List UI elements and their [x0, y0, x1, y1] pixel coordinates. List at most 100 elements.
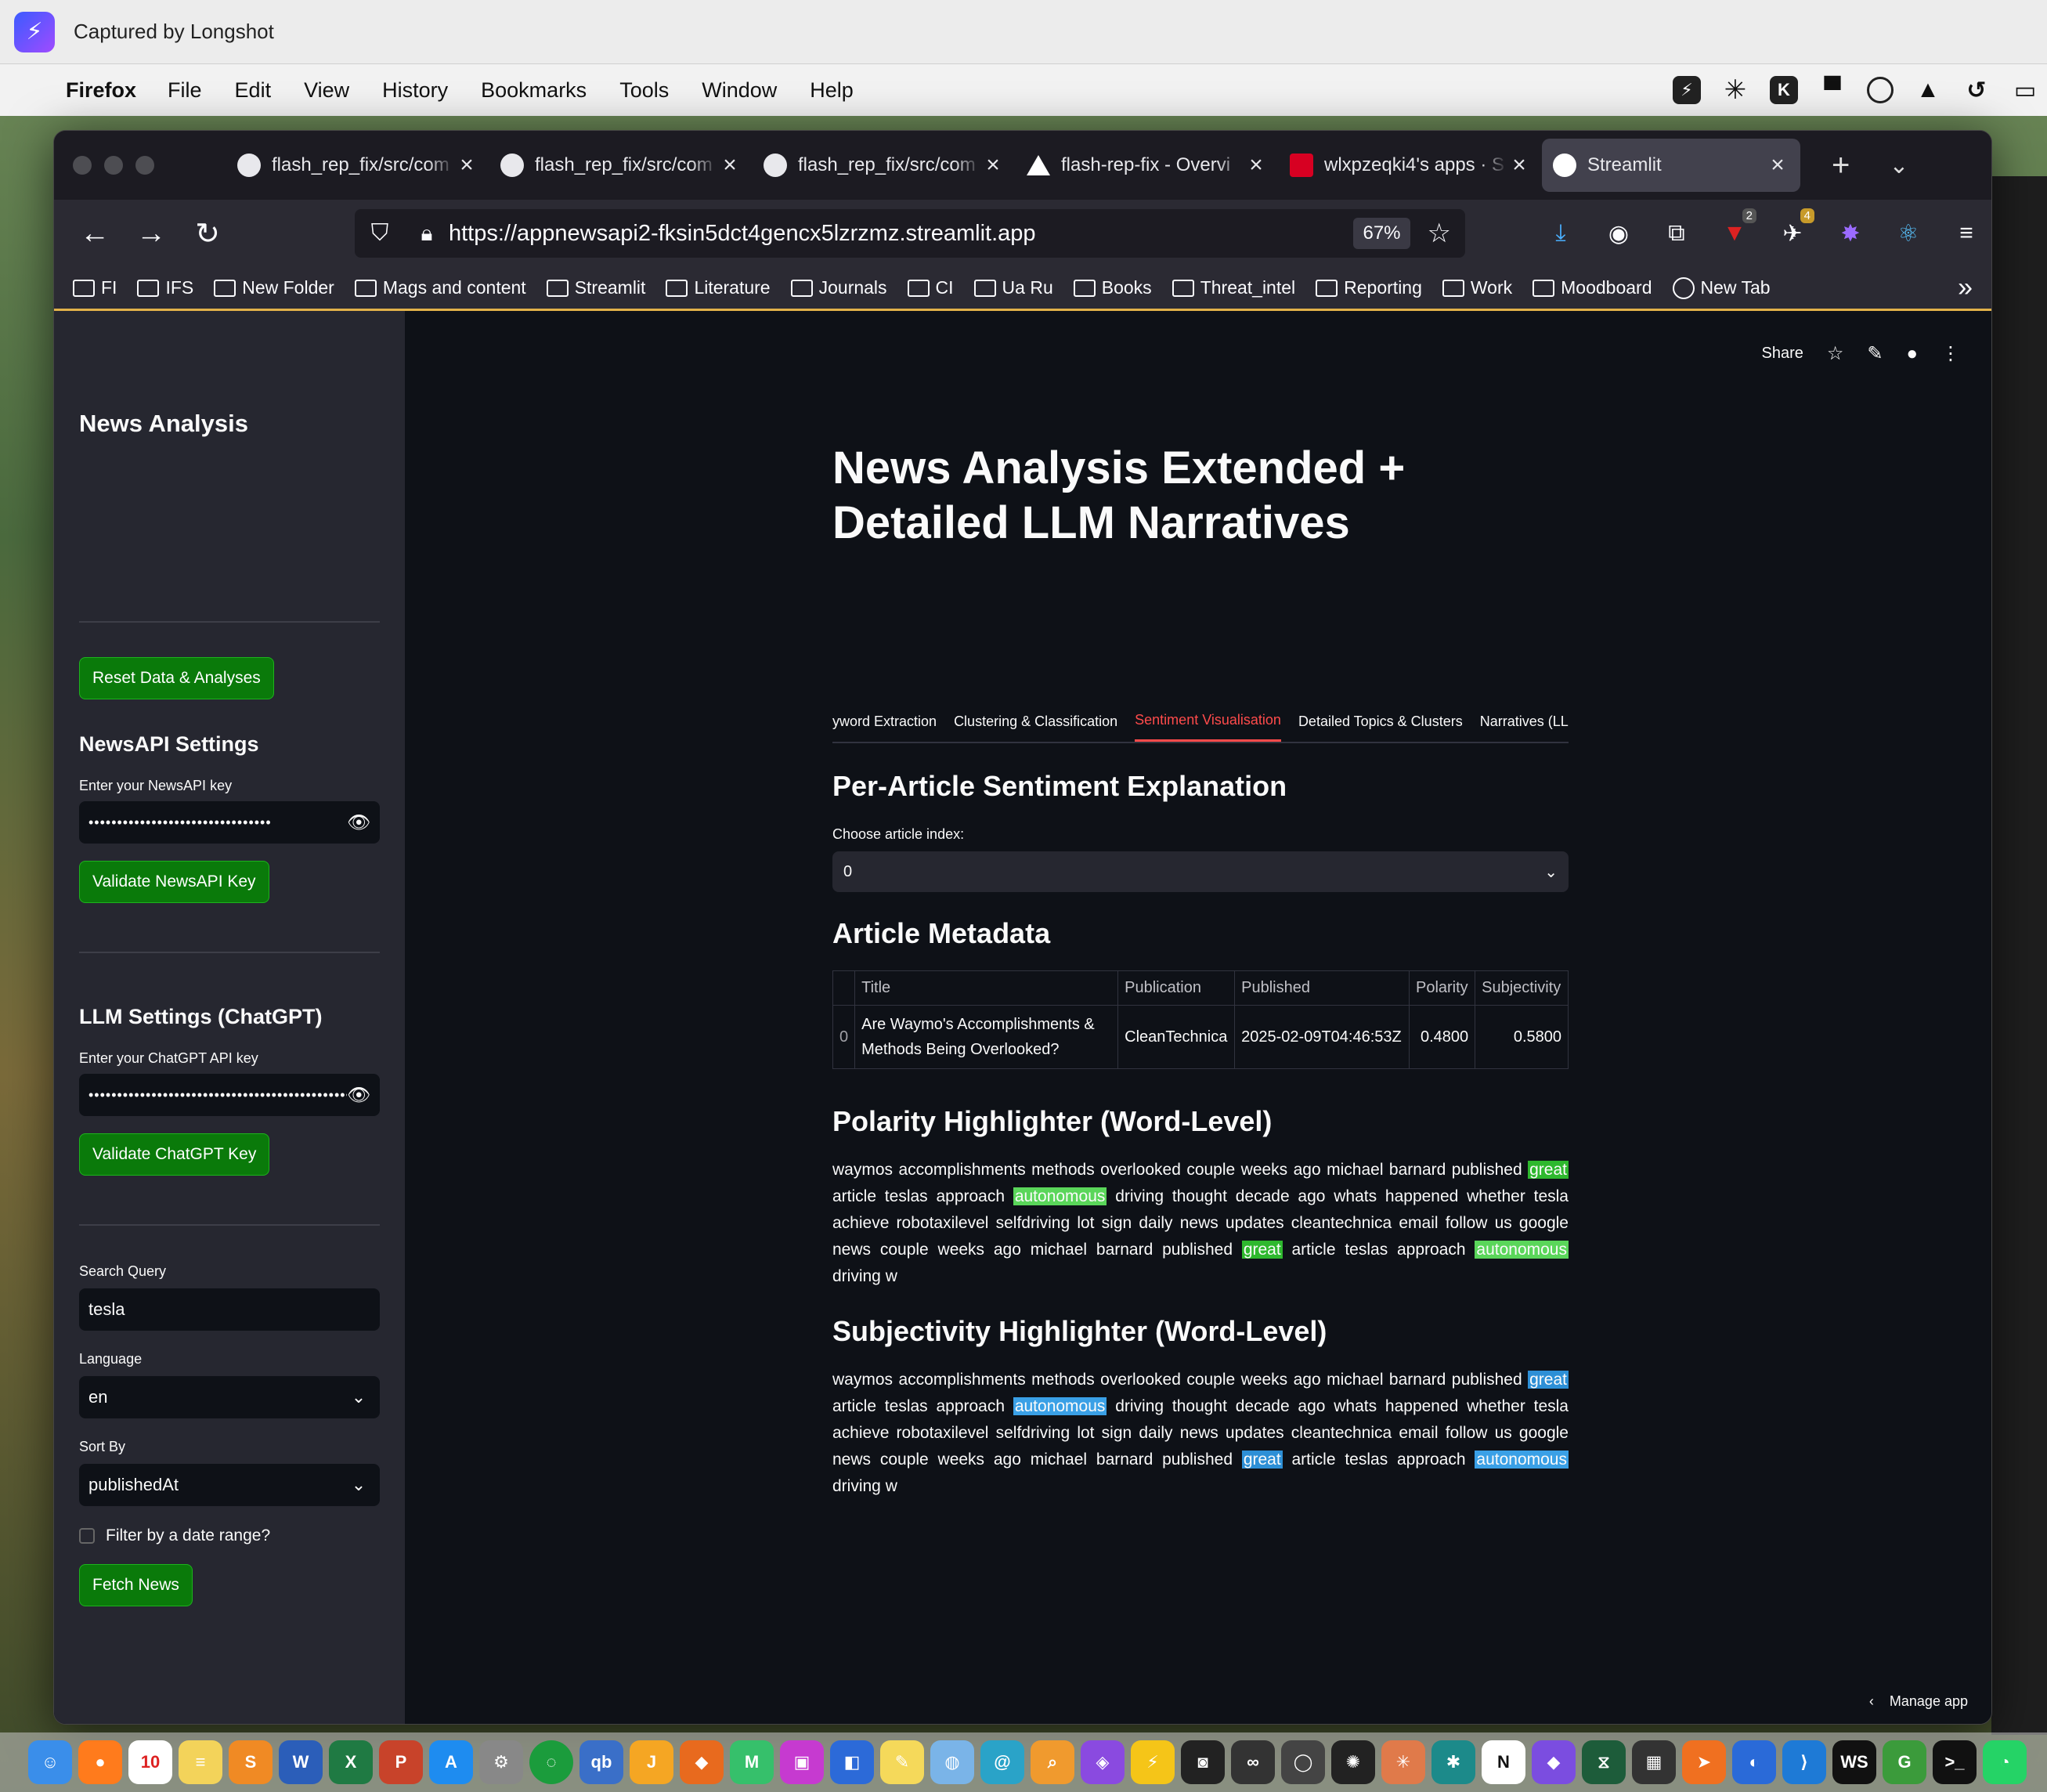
- bookmark-folder[interactable]: Literature: [666, 277, 771, 298]
- validate-chatgpt-button[interactable]: Validate ChatGPT Key: [79, 1133, 270, 1176]
- k-status-icon[interactable]: K: [1770, 76, 1798, 104]
- newsapi-key-input[interactable]: •••••••••••••••••••••••••••••••• 👁︎: [79, 801, 380, 844]
- gamepad-icon[interactable]: ◐: [1732, 1740, 1776, 1784]
- url-bar[interactable]: ⛉ 🔒︎ https://appnewsapi2-fksin5dct4gencx…: [355, 209, 1465, 258]
- pencil-icon[interactable]: ✎: [1867, 342, 1883, 365]
- powerpoint-icon[interactable]: P: [379, 1740, 423, 1784]
- bookmark-folder[interactable]: Moodboard: [1533, 277, 1652, 298]
- bookmark-new-tab[interactable]: New Tab: [1672, 276, 1771, 299]
- date-range-checkbox[interactable]: [79, 1528, 95, 1544]
- bookmark-folder[interactable]: FI: [73, 277, 117, 298]
- zoom-window-button[interactable]: [135, 156, 154, 175]
- browser-tab[interactable]: flash_rep_fix/src/com ×: [489, 139, 753, 192]
- bolt-icon[interactable]: ⚡: [1131, 1740, 1175, 1784]
- menu-view[interactable]: View: [304, 78, 349, 103]
- search-query-input[interactable]: tesla: [79, 1288, 380, 1331]
- display-status-icon[interactable]: ▀: [1818, 76, 1847, 104]
- eye-icon[interactable]: 👁︎: [347, 1084, 370, 1107]
- back-arrow-icon[interactable]: ←: [67, 217, 123, 251]
- onepassword-status-icon[interactable]: [1867, 77, 1894, 103]
- miro-icon[interactable]: M: [730, 1740, 774, 1784]
- finder-icon[interactable]: ☺: [28, 1740, 72, 1784]
- bookmark-folder[interactable]: Journals: [790, 277, 887, 298]
- github-icon[interactable]: ●: [1907, 343, 1919, 365]
- table-header[interactable]: Polarity: [1408, 970, 1476, 1006]
- fetch-news-button[interactable]: Fetch News: [79, 1564, 193, 1606]
- openai-icon[interactable]: ✺: [1331, 1740, 1375, 1784]
- close-tab-icon[interactable]: ×: [1507, 152, 1531, 179]
- table-header[interactable]: Title: [854, 970, 1119, 1006]
- close-tab-icon[interactable]: ×: [1244, 152, 1268, 179]
- sublime-icon[interactable]: S: [229, 1740, 273, 1784]
- postman-icon[interactable]: ➤: [1682, 1740, 1726, 1784]
- bookmark-folder[interactable]: New Folder: [214, 277, 334, 298]
- menu-file[interactable]: File: [168, 78, 202, 103]
- box-icon[interactable]: ▦: [1632, 1740, 1676, 1784]
- time-machine-icon[interactable]: ↺: [1962, 76, 1991, 104]
- cell-subjectivity[interactable]: 0.5800: [1475, 1005, 1569, 1069]
- more-bookmarks-icon[interactable]: »: [1958, 273, 1973, 303]
- chatgpt-key-input[interactable]: ••••••••••••••••••••••••••••••••••••••••…: [79, 1074, 380, 1116]
- app-store-icon[interactable]: A: [429, 1740, 473, 1784]
- settings-icon[interactable]: ⚙: [479, 1740, 523, 1784]
- vscode-icon[interactable]: ⟩: [1782, 1740, 1826, 1784]
- swirl-icon[interactable]: @: [980, 1740, 1024, 1784]
- tag-icon[interactable]: ◈: [1081, 1740, 1125, 1784]
- new-tab-icon[interactable]: +: [1832, 148, 1850, 183]
- extensions-icon[interactable]: ⧉: [1663, 219, 1691, 247]
- notes-icon[interactable]: ≡: [179, 1740, 222, 1784]
- extension-bird-icon[interactable]: ✈ 4: [1778, 208, 1814, 247]
- gear-extension-icon[interactable]: ✸: [1836, 219, 1865, 247]
- bookmark-folder[interactable]: Work: [1442, 277, 1512, 298]
- list-tabs-icon[interactable]: ⌄: [1889, 152, 1908, 179]
- menu-bookmarks[interactable]: Bookmarks: [481, 78, 587, 103]
- word-icon[interactable]: W: [279, 1740, 323, 1784]
- browser-tab[interactable]: flash_rep_fix/src/com ×: [753, 139, 1016, 192]
- cell-published[interactable]: 2025-02-09T04:46:53Z: [1234, 1005, 1410, 1069]
- terminal-icon[interactable]: >_: [1933, 1740, 1977, 1784]
- bookmark-star-icon[interactable]: ☆: [1428, 218, 1451, 249]
- more-options-icon[interactable]: ⋮: [1941, 342, 1960, 365]
- menu-history[interactable]: History: [382, 78, 448, 103]
- tab-sentiment-visualisation[interactable]: Sentiment Visualisation: [1135, 709, 1281, 742]
- browser-tab[interactable]: flash_rep_fix/src/com ×: [226, 139, 489, 192]
- menu-tools[interactable]: Tools: [619, 78, 669, 103]
- reload-icon[interactable]: ↻: [179, 216, 236, 251]
- bookmark-folder[interactable]: Threat_intel: [1172, 277, 1295, 298]
- star-icon[interactable]: ☆: [1827, 342, 1844, 365]
- tab-narratives[interactable]: Narratives (LLM): [1480, 710, 1569, 741]
- search-query-value[interactable]: tesla: [88, 1299, 370, 1320]
- bookmark-folder[interactable]: IFS: [137, 277, 193, 298]
- reset-data-button[interactable]: Reset Data & Analyses: [79, 657, 274, 699]
- asterisk-status-icon[interactable]: ✳: [1721, 75, 1749, 105]
- whatsapp-icon[interactable]: ◔: [1983, 1740, 2027, 1784]
- hamburger-menu-icon[interactable]: ≡: [1952, 219, 1980, 247]
- download-icon[interactable]: ⤓: [1547, 219, 1575, 247]
- bookmark-folder[interactable]: Books: [1073, 277, 1152, 298]
- chat-icon[interactable]: ◯: [1281, 1740, 1325, 1784]
- share-button[interactable]: Share: [1762, 345, 1803, 363]
- search-app-icon[interactable]: ⌕: [1031, 1740, 1074, 1784]
- notion-icon[interactable]: N: [1482, 1740, 1525, 1784]
- sort-by-select[interactable]: publishedAt ⌄: [79, 1464, 380, 1506]
- calendar-icon[interactable]: 10: [128, 1740, 172, 1784]
- webstorm-icon[interactable]: WS: [1832, 1740, 1876, 1784]
- language-select[interactable]: en ⌄: [79, 1376, 380, 1418]
- manage-app-button[interactable]: ‹ Manage app: [1869, 1693, 1968, 1710]
- longshot-status-icon[interactable]: ⚡: [1673, 76, 1701, 104]
- date-range-checkbox-row[interactable]: Filter by a date range?: [79, 1526, 270, 1545]
- gitkraken-icon[interactable]: ⧖: [1582, 1740, 1626, 1784]
- menu-help[interactable]: Help: [810, 78, 854, 103]
- tab-clustering[interactable]: Clustering & Classification: [954, 710, 1117, 741]
- firefox-icon[interactable]: ●: [78, 1740, 122, 1784]
- robot-icon[interactable]: ◙: [1181, 1740, 1225, 1784]
- forward-arrow-icon[interactable]: →: [123, 217, 179, 251]
- tab-detailed-topics[interactable]: Detailed Topics & Clusters: [1298, 710, 1463, 741]
- stickies-icon[interactable]: ✎: [880, 1740, 924, 1784]
- bookmark-folder[interactable]: Ua Ru: [973, 277, 1053, 298]
- bookmark-folder[interactable]: Streamlit: [546, 277, 645, 298]
- gallery-icon[interactable]: ▣: [780, 1740, 824, 1784]
- bookmark-folder[interactable]: Mags and content: [354, 277, 526, 298]
- claude-icon[interactable]: ✳: [1381, 1740, 1425, 1784]
- menu-app-name[interactable]: Firefox: [66, 78, 136, 103]
